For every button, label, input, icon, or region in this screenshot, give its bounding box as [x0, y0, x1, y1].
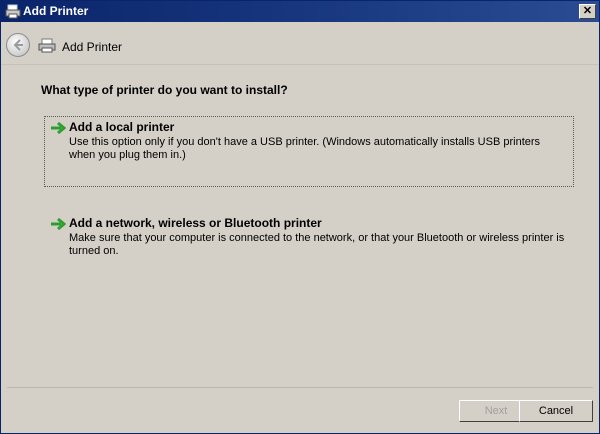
option-description: Make sure that your computer is connecte…: [69, 232, 565, 257]
wizard-title: Add Printer: [62, 40, 123, 54]
wizard-content: What type of printer do you want to inst…: [7, 65, 593, 388]
green-arrow-icon: [51, 218, 66, 230]
button-bar: Next Cancel: [1, 388, 599, 433]
back-button[interactable]: [6, 33, 30, 57]
window-title: Add Printer: [23, 4, 89, 18]
option-title: Add a network, wireless or Bluetooth pri…: [69, 216, 322, 230]
printer-icon: [5, 4, 21, 19]
back-arrow-icon: [13, 39, 23, 51]
close-button[interactable]: ✕: [579, 4, 596, 19]
printer-icon: [38, 38, 56, 53]
option-title: Add a local printer: [69, 120, 175, 134]
green-arrow-icon: [51, 122, 66, 134]
cancel-button[interactable]: Cancel: [519, 400, 593, 422]
option-description: Use this option only if you don't have a…: [69, 136, 541, 161]
add-printer-window: Add Printer ✕ Add Printer What type of p…: [0, 0, 600, 434]
navigation-bar: Add Printer: [1, 22, 599, 65]
add-network-printer-option[interactable]: Add a network, wireless or Bluetooth pri…: [44, 212, 574, 264]
title-bar[interactable]: Add Printer ✕: [1, 1, 599, 22]
add-local-printer-option[interactable]: Add a local printer Use this option only…: [44, 116, 574, 187]
question-heading: What type of printer do you want to inst…: [41, 83, 288, 97]
